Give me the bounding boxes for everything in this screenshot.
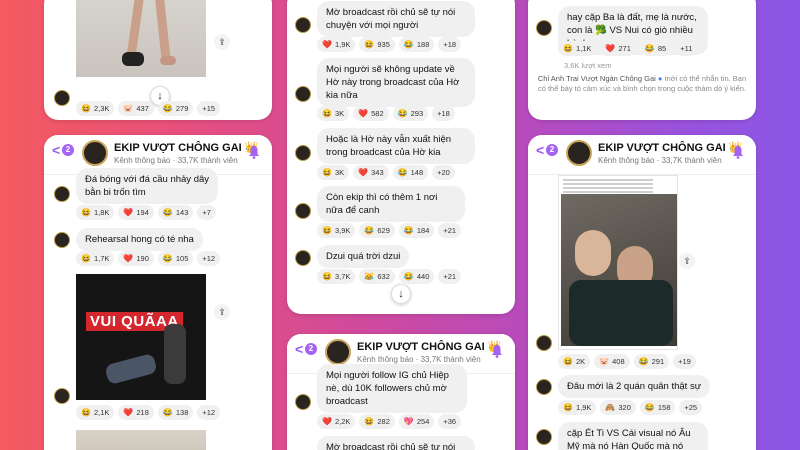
channel-avatar bbox=[536, 429, 552, 445]
reactions-row[interactable]: 😆 3,9K 😂 629 😂 184 +21 bbox=[317, 223, 462, 238]
shared-screenshot[interactable] bbox=[558, 175, 678, 350]
channel-avatar[interactable] bbox=[325, 339, 351, 365]
reactions-row[interactable]: 😆 1,1K ❤️ 271 😂 85 +11 bbox=[558, 41, 698, 56]
reactions-row[interactable]: 😆 2,3K 🐷 437 😂 279 +15 bbox=[76, 101, 221, 116]
unread-badge: 2 bbox=[62, 144, 74, 156]
screenshot-text-lines bbox=[563, 179, 653, 193]
reactions-row[interactable]: 😆 2K 🐷 408 😂 291 +19 bbox=[558, 354, 696, 369]
screenshot-photo bbox=[561, 194, 677, 346]
channel-avatar[interactable] bbox=[82, 140, 108, 166]
channel-card-middle: Mờ broadcast rồi chủ sẽ tự nói chuyện vớ… bbox=[287, 0, 515, 314]
channel-avatar bbox=[295, 250, 311, 266]
person-figure bbox=[569, 280, 673, 346]
shared-photo-top[interactable] bbox=[76, 0, 206, 77]
message-bubble[interactable]: Mờ broadcast rồi chủ sẽ tự nói chuyện vớ… bbox=[317, 1, 475, 37]
share-icon[interactable]: ⇪ bbox=[214, 34, 230, 50]
sock-figure bbox=[122, 52, 144, 66]
message-bubble[interactable]: Mọi người sẽ không update về Hờ này tron… bbox=[317, 58, 475, 107]
channel-name[interactable]: EKIP VƯỢT CHÔNG GAI 👑 bbox=[598, 141, 742, 154]
shared-photo-partial[interactable] bbox=[76, 430, 206, 450]
channel-card-right-main: < 2 EKIP VƯỢT CHÔNG GAI 👑 Kênh thông báo… bbox=[528, 135, 756, 450]
verified-icon: ● bbox=[657, 74, 663, 83]
share-icon[interactable]: ⇪ bbox=[679, 253, 695, 269]
channel-avatar bbox=[536, 379, 552, 395]
reactions-row[interactable]: 😆 1,7K ❤️ 190 😂 105 +12 bbox=[76, 251, 221, 266]
channel-avatar bbox=[295, 17, 311, 33]
person-figure bbox=[575, 230, 611, 276]
person-figure bbox=[104, 352, 158, 386]
legs-figure bbox=[154, 0, 171, 63]
reactions-row[interactable]: 😆 1,8K ❤️ 194 😂 143 +7 bbox=[76, 205, 216, 220]
scroll-down-button[interactable]: ↓ bbox=[391, 284, 411, 304]
channel-header: < 2 EKIP VƯỢT CHÔNG GAI 👑 Kênh thông báo… bbox=[528, 135, 756, 175]
bell-icon[interactable] bbox=[248, 145, 260, 159]
back-arrow-icon[interactable]: < bbox=[536, 143, 544, 157]
foot-figure bbox=[160, 56, 176, 65]
channel-avatar bbox=[295, 394, 311, 410]
reactions-row[interactable]: ❤️ 1,9K 😆 935 😂 188 +18 bbox=[317, 37, 462, 52]
message-bubble[interactable]: Đâu mới là 2 quán quân thật sự bbox=[558, 375, 711, 398]
channel-name[interactable]: EKIP VƯỢT CHÔNG GAI 👑 bbox=[114, 141, 258, 154]
channel-card-left-main: < 2 EKIP VƯỢT CHÔNG GAI 👑 Kênh thông báo… bbox=[44, 135, 272, 450]
channel-avatar bbox=[54, 388, 70, 404]
share-icon[interactable]: ⇪ bbox=[214, 304, 230, 320]
reactions-row[interactable]: 😆 2,1K ❤️ 218 😂 138 +12 bbox=[76, 405, 221, 420]
channel-avatar bbox=[295, 203, 311, 219]
reactions-row[interactable]: 😆 1,9K 🙈 320 😂 158 +25 bbox=[558, 400, 703, 415]
message-bubble[interactable]: Đá bóng với đá cầu nhảy dây bằn bi trốn … bbox=[76, 168, 218, 204]
unread-badge: 2 bbox=[546, 144, 558, 156]
channel-avatar bbox=[54, 90, 70, 106]
message-bubble[interactable]: cặp Ét Ti VS Cái visual nó Âu Mỹ mà nó H… bbox=[558, 422, 708, 450]
channel-avatar bbox=[536, 20, 552, 36]
channel-avatar[interactable] bbox=[566, 140, 592, 166]
channel-subtitle: Kênh thông báo · 33,7K thành viên bbox=[357, 355, 481, 364]
channel-card-left: ⇪ ↓ 😆 2,3K 🐷 437 😂 279 +15 bbox=[44, 0, 272, 120]
message-bubble[interactable]: Dzui quá trời dzui bbox=[317, 245, 410, 268]
reactions-row[interactable]: 😆 3K ❤️ 343 😂 148 +20 bbox=[317, 165, 455, 180]
reactions-row[interactable]: 😆 3,7K 😹 632 😂 440 +21 bbox=[317, 269, 462, 284]
channel-subtitle: Kênh thông báo · 33,7K thành viên bbox=[114, 156, 238, 165]
bell-icon[interactable] bbox=[732, 145, 744, 159]
bell-icon[interactable] bbox=[491, 344, 503, 358]
shared-photo[interactable]: VUI QUÃAA bbox=[76, 274, 206, 400]
back-arrow-icon[interactable]: < bbox=[295, 342, 303, 356]
channel-subtitle: Kênh thông báo · 33,7K thành viên bbox=[598, 156, 722, 165]
message-bubble[interactable]: Mọi người follow IG chủ Hiệp nè, dù 10K … bbox=[317, 364, 467, 413]
reactions-row[interactable]: ❤️ 2,2K 😆 282 💖 254 +36 bbox=[317, 414, 462, 429]
reactions-row[interactable]: 😆 3K ❤️ 582 😂 293 +18 bbox=[317, 106, 455, 121]
channel-name[interactable]: EKIP VƯỢT CHÔNG GAI 👑 bbox=[357, 340, 501, 353]
channel-avatar bbox=[295, 86, 311, 102]
read-only-notice: Chỉ Anh Trai Vượt Ngàn Chông Gai ● mới c… bbox=[537, 74, 747, 93]
channel-avatar bbox=[54, 232, 70, 248]
channel-card-right: hay cặp Ba là đất, mẹ là nước, con là 🥦 … bbox=[528, 0, 756, 120]
view-count: 3,6K lượt xem bbox=[564, 61, 612, 70]
person-figure bbox=[164, 324, 186, 384]
channel-avatar bbox=[295, 145, 311, 161]
channel-avatar bbox=[536, 335, 552, 351]
message-bubble[interactable]: Mờ broadcast rồi chủ sẽ tự nói bbox=[317, 436, 475, 450]
channel-avatar bbox=[54, 186, 70, 202]
unread-badge: 2 bbox=[305, 343, 317, 355]
message-bubble[interactable]: Rehearsal hong có té nha bbox=[76, 228, 203, 251]
back-arrow-icon[interactable]: < bbox=[52, 143, 60, 157]
message-bubble[interactable]: Hoặc là Hờ này vẫn xuất hiện trong broad… bbox=[317, 128, 475, 164]
channel-card-middle-bottom: < 2 EKIP VƯỢT CHÔNG GAI 👑 Kênh thông báo… bbox=[287, 334, 515, 450]
message-bubble[interactable]: Còn ekip thì có thêm 1 nơi nữa để canh bbox=[317, 186, 465, 222]
